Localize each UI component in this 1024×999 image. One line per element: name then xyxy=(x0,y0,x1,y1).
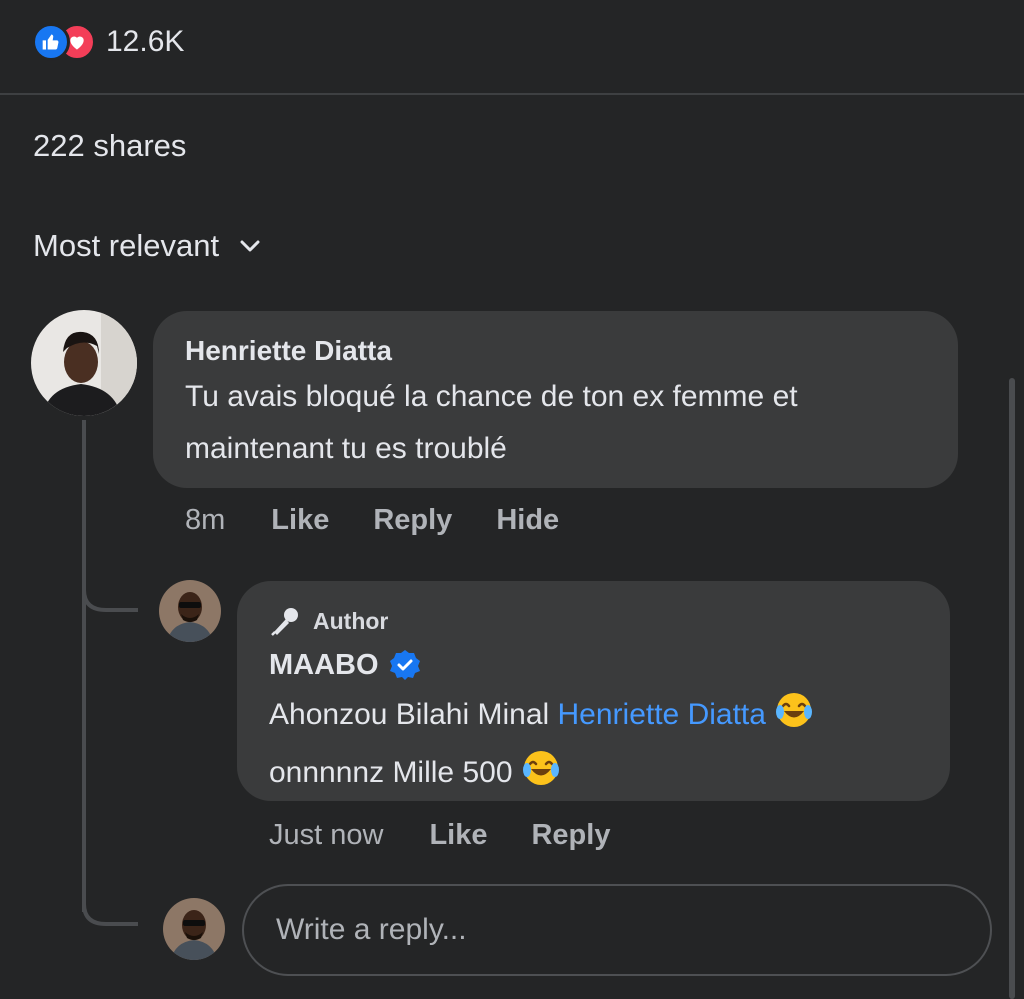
sort-dropdown[interactable]: Most relevant xyxy=(33,228,261,264)
reply-reply-button[interactable]: Reply xyxy=(531,819,610,852)
reactions-summary[interactable]: 12.6K xyxy=(32,22,184,62)
laughing-emoji-icon xyxy=(521,748,561,805)
reply-time[interactable]: Just now xyxy=(269,819,383,852)
comment-text-line: maintenant tu es troublé xyxy=(185,432,507,465)
comment-bubble[interactable]: Henriette Diatta Tu avais bloqué la chan… xyxy=(153,311,958,488)
like-button[interactable]: Like xyxy=(271,504,329,537)
shares-count[interactable]: 222 shares xyxy=(33,128,186,164)
reply-input-placeholder: Write a reply... xyxy=(276,913,467,946)
reply-input[interactable]: Write a reply... xyxy=(242,884,992,976)
avatar[interactable] xyxy=(31,310,137,416)
current-user-avatar xyxy=(163,898,225,960)
scrollbar[interactable] xyxy=(1009,378,1015,999)
like-reaction-icon xyxy=(32,23,70,61)
chevron-down-icon xyxy=(240,240,260,252)
comment-text-line: Tu avais bloqué la chance de ton ex femm… xyxy=(185,380,798,413)
reply-text-line: onnnnnz Mille 500 xyxy=(269,747,918,805)
thread-connector xyxy=(82,570,138,612)
reply-text: Ahonzou Bilahi Minal Henriette Diatta on… xyxy=(269,689,918,805)
thread-connector xyxy=(82,884,138,926)
reply-text-line: Ahonzou Bilahi Minal Henriette Diatta xyxy=(269,689,918,747)
author-avatar[interactable] xyxy=(159,580,221,642)
thread-line xyxy=(82,420,86,912)
laughing-emoji-icon xyxy=(774,690,814,747)
reaction-count: 12.6K xyxy=(106,25,185,58)
divider xyxy=(0,93,1024,95)
reply-text-segment: onnnnnz Mille 500 xyxy=(269,756,513,789)
author-badge: Author xyxy=(269,601,918,641)
comment-time[interactable]: 8m xyxy=(185,504,225,537)
reply-text-segment: Ahonzou Bilahi Minal xyxy=(269,698,558,731)
hide-button[interactable]: Hide xyxy=(496,504,559,537)
reply-button[interactable]: Reply xyxy=(373,504,452,537)
microphone-icon xyxy=(271,608,298,636)
author-badge-label: Author xyxy=(313,607,389,634)
mention-link[interactable]: Henriette Diatta xyxy=(558,698,766,731)
reply-author-row: MAABO xyxy=(269,643,918,687)
sort-label: Most relevant xyxy=(33,228,220,263)
reply-actions: Just now Like Reply xyxy=(269,815,610,855)
comment-actions: 8m Like Reply Hide xyxy=(185,500,559,540)
reply-bubble[interactable]: Author MAABO Ahonzou Bilahi Minal Henrie… xyxy=(237,581,950,801)
reply-like-button[interactable]: Like xyxy=(429,819,487,852)
comment-text: Tu avais bloqué la chance de ton ex femm… xyxy=(185,371,926,475)
reply-author[interactable]: MAABO xyxy=(269,649,379,682)
comment-author[interactable]: Henriette Diatta xyxy=(185,331,926,371)
verified-badge-icon xyxy=(389,650,420,680)
